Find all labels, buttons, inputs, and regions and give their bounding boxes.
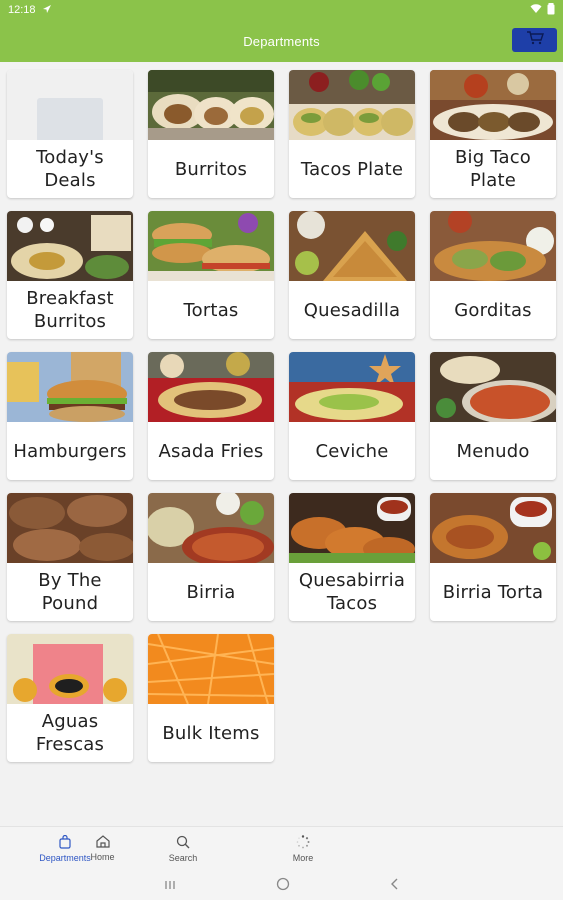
department-tile-todays-deals[interactable]: Today's Deals <box>7 70 133 198</box>
department-tile-tortas[interactable]: Tortas <box>148 211 274 339</box>
department-image <box>7 634 133 704</box>
department-grid: Today's Deals Burritos Tacos Plate Big T… <box>7 70 558 762</box>
department-image <box>430 493 556 563</box>
department-tile-gorditas[interactable]: Gorditas <box>430 211 556 339</box>
nav-departments[interactable]: Departments <box>39 827 91 870</box>
department-tile-aguas-frescas[interactable]: Aguas Frescas <box>7 634 133 762</box>
department-label: Asada Fries <box>158 440 264 462</box>
bottom-navigation: Home Departments Search More <box>0 826 563 870</box>
nav-more[interactable]: More <box>283 827 323 870</box>
department-tile-bulk-items[interactable]: Bulk Items <box>148 634 274 762</box>
department-label: Burritos <box>174 158 248 180</box>
department-label: Breakfast Burritos <box>26 288 114 332</box>
nav-label: Home <box>90 852 115 862</box>
department-label: Quesadilla <box>303 299 401 321</box>
department-image <box>430 352 556 422</box>
cart-button[interactable] <box>512 28 557 52</box>
page-title: Departments <box>243 33 320 49</box>
system-navigation-bar <box>0 870 563 900</box>
department-label: Birria <box>186 581 236 603</box>
department-tile-big-taco-plate[interactable]: Big Taco Plate <box>430 70 556 198</box>
app-bar: Departments <box>0 20 563 62</box>
department-label: Today's Deals <box>36 147 104 191</box>
placeholder-image-icon <box>7 70 133 140</box>
shopping-bag-icon <box>58 834 72 851</box>
department-tile-birria-torta[interactable]: Birria Torta <box>430 493 556 621</box>
department-tile-by-the-pound[interactable]: By The Pound <box>7 493 133 621</box>
department-image <box>148 352 274 422</box>
department-label: Tortas <box>183 299 239 321</box>
department-image <box>7 493 133 563</box>
back-icon[interactable] <box>390 877 400 893</box>
department-label: Gorditas <box>454 299 532 321</box>
department-tile-quesadilla[interactable]: Quesadilla <box>289 211 415 339</box>
department-image <box>7 352 133 422</box>
cart-icon <box>526 30 544 50</box>
home-circle-icon[interactable] <box>276 877 290 894</box>
department-label: Quesabirria Tacos <box>298 570 406 614</box>
department-tile-menudo[interactable]: Menudo <box>430 352 556 480</box>
department-label: Big Taco Plate <box>454 147 532 191</box>
department-image <box>148 493 274 563</box>
nav-label: Search <box>168 852 198 863</box>
department-label: Birria Torta <box>442 581 544 603</box>
department-image <box>148 70 274 140</box>
wifi-icon <box>530 3 542 17</box>
nav-label: More <box>292 852 314 863</box>
nav-search[interactable]: Search <box>163 827 203 870</box>
department-label: Bulk Items <box>162 722 260 744</box>
department-tile-birria[interactable]: Birria <box>148 493 274 621</box>
department-image <box>148 634 274 704</box>
department-image <box>430 70 556 140</box>
department-image <box>289 211 415 281</box>
department-tile-asada-fries[interactable]: Asada Fries <box>148 352 274 480</box>
department-tile-quesabirria-tacos[interactable]: Quesabirria Tacos <box>289 493 415 621</box>
department-image <box>289 352 415 422</box>
recent-apps-icon[interactable] <box>164 877 176 893</box>
department-tile-breakfast-burritos[interactable]: Breakfast Burritos <box>7 211 133 339</box>
nav-label: Departments <box>39 852 91 863</box>
status-bar: 12:18 <box>0 0 563 20</box>
department-label: By The Pound <box>38 570 102 614</box>
status-time: 12:18 <box>8 4 36 16</box>
department-image <box>430 211 556 281</box>
loading-dots-icon <box>296 834 310 851</box>
battery-icon <box>547 2 555 18</box>
department-label: Hamburgers <box>13 440 127 462</box>
department-image <box>7 211 133 281</box>
department-image <box>289 70 415 140</box>
home-icon <box>95 835 110 850</box>
department-tile-ceviche[interactable]: Ceviche <box>289 352 415 480</box>
department-tile-burritos[interactable]: Burritos <box>148 70 274 198</box>
department-tile-hamburgers[interactable]: Hamburgers <box>7 352 133 480</box>
department-label: Ceviche <box>315 440 389 462</box>
department-tile-tacos-plate[interactable]: Tacos Plate <box>289 70 415 198</box>
department-label: Menudo <box>456 440 530 462</box>
department-image <box>148 211 274 281</box>
search-icon <box>176 835 190 851</box>
department-label: Tacos Plate <box>300 158 404 180</box>
department-image <box>289 493 415 563</box>
department-label: Aguas Frescas <box>35 711 105 755</box>
navigation-arrow-icon <box>42 4 52 17</box>
